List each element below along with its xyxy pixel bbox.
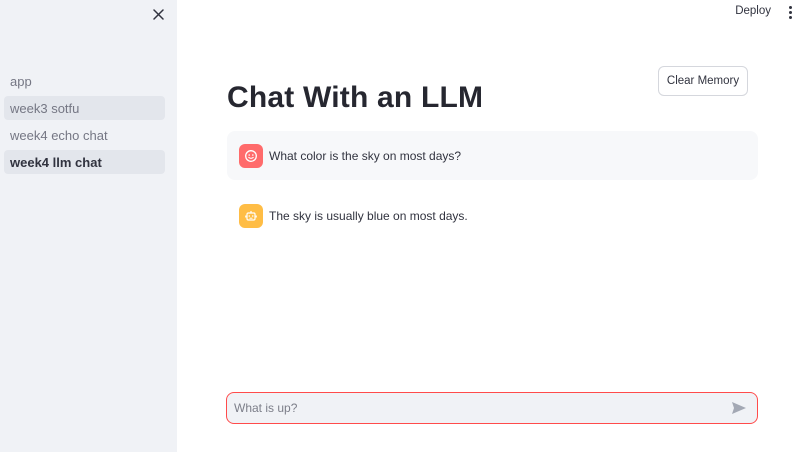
- sidebar-item-app[interactable]: app: [4, 69, 165, 93]
- chat-message-assistant: The sky is usually blue on most days.: [227, 191, 758, 240]
- clear-memory-button[interactable]: Clear Memory: [658, 66, 748, 96]
- user-face-icon: [239, 143, 263, 168]
- page-title: Chat With an LLM: [227, 81, 484, 114]
- more-vertical-icon[interactable]: [786, 4, 794, 20]
- send-icon[interactable]: [725, 394, 753, 422]
- message-text: The sky is usually blue on most days.: [269, 208, 468, 223]
- chat-message-user: What color is the sky on most days?: [227, 131, 758, 180]
- robot-icon: [239, 203, 263, 228]
- sidebar-item-label: week3 sotfu: [10, 100, 80, 116]
- chat-input[interactable]: [227, 392, 725, 424]
- message-text: What color is the sky on most days?: [269, 148, 462, 163]
- sidebar-item-week4-llm-chat[interactable]: week4 llm chat: [4, 150, 165, 174]
- chat-input-container: [226, 392, 758, 424]
- sidebar-item-label: week4 echo chat: [10, 127, 108, 143]
- sidebar-item-label: app: [10, 73, 32, 89]
- deploy-button[interactable]: Deploy: [735, 5, 771, 17]
- sidebar-item-label: week4 llm chat: [10, 154, 102, 170]
- sidebar-item-week3-sotfu[interactable]: week3 sotfu: [4, 96, 165, 120]
- sidebar-nav: app week3 sotfu week4 echo chat week4 ll…: [4, 69, 165, 177]
- app-root: app week3 sotfu week4 echo chat week4 ll…: [0, 0, 800, 452]
- sidebar-item-week4-echo-chat[interactable]: week4 echo chat: [4, 123, 165, 147]
- sidebar: app week3 sotfu week4 echo chat week4 ll…: [0, 0, 177, 452]
- close-icon[interactable]: [148, 4, 168, 24]
